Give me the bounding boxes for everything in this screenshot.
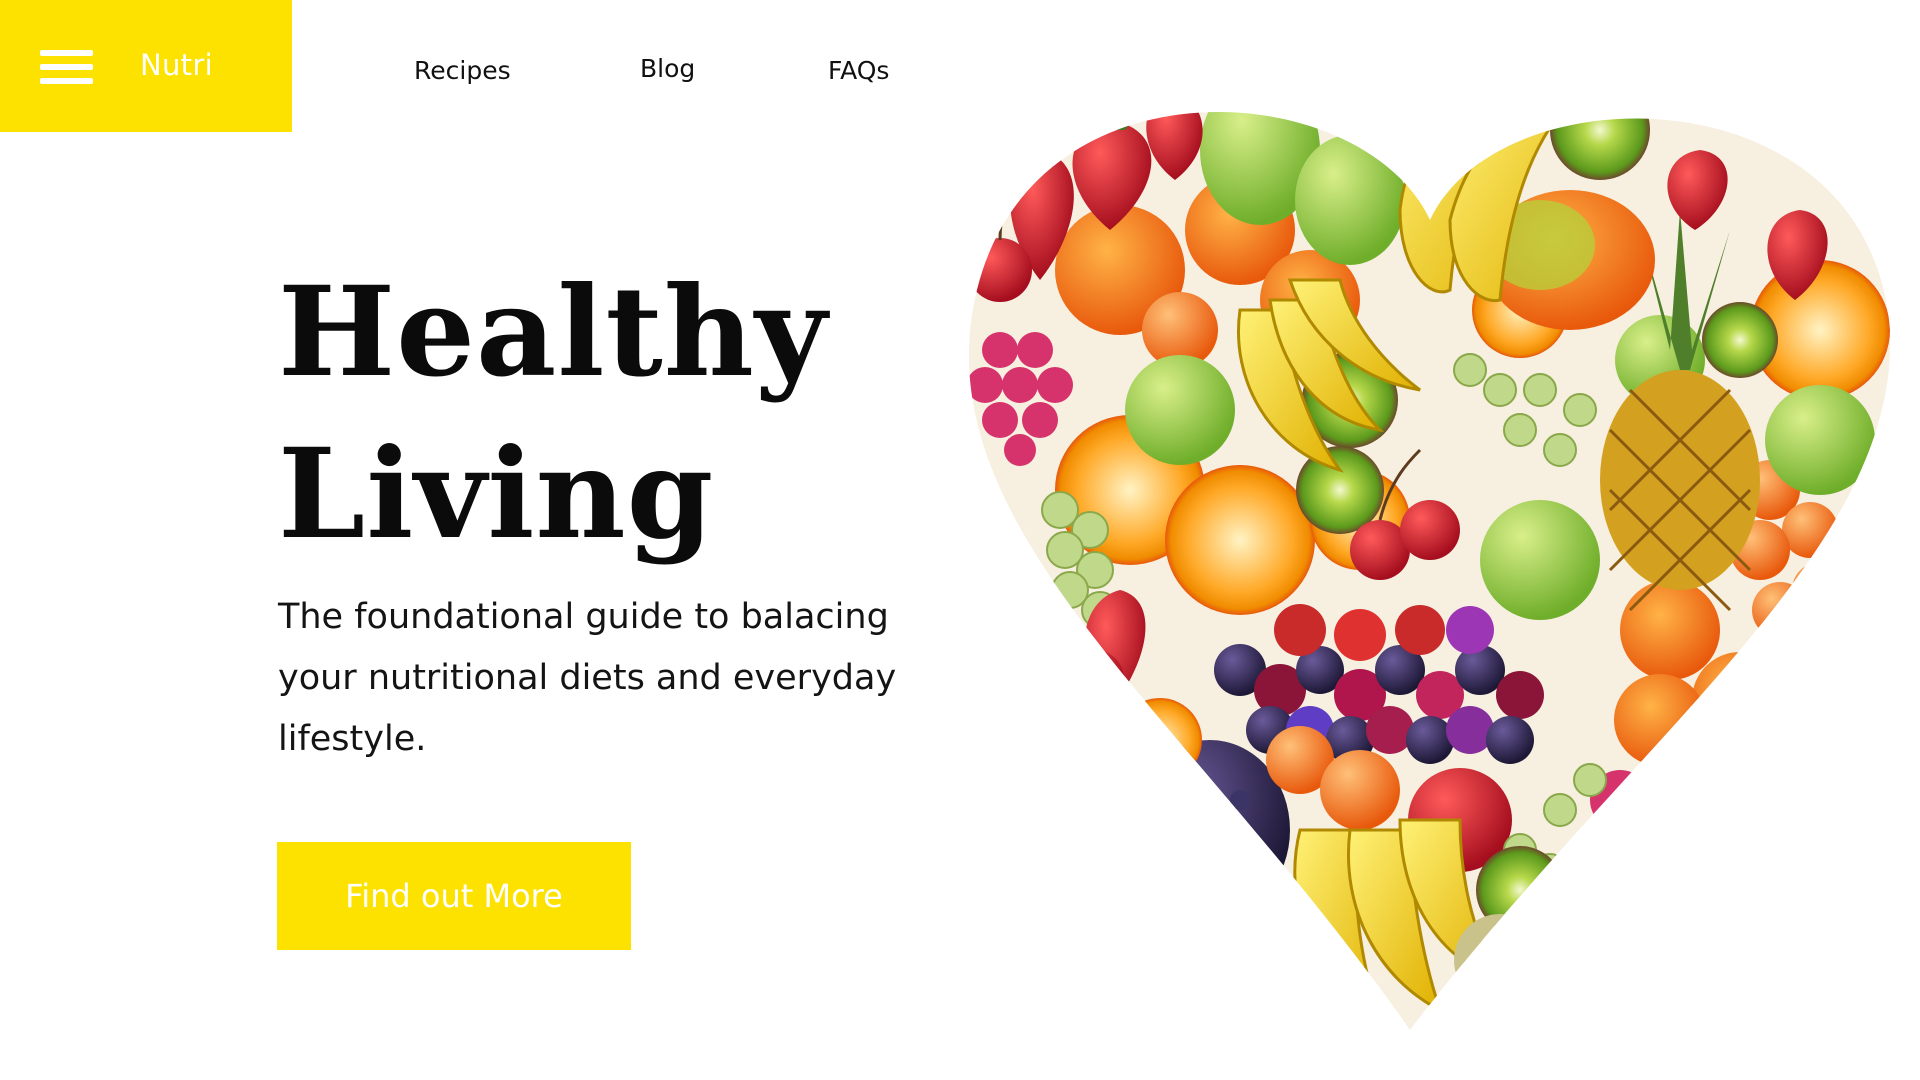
tangerine bbox=[1692, 652, 1788, 748]
green-apple bbox=[1125, 355, 1235, 465]
tangerine bbox=[1614, 674, 1706, 766]
menu-bar bbox=[40, 64, 93, 70]
hero-title-line: Healthy bbox=[278, 260, 828, 405]
find-out-more-button[interactable]: Find out More bbox=[277, 842, 631, 950]
nav-link-blog[interactable]: Blog bbox=[640, 54, 695, 83]
fruit-heart-group bbox=[968, 111, 1891, 1030]
hero-subtitle: The foundational guide to balacing your … bbox=[278, 597, 897, 759]
orange-slice bbox=[1165, 465, 1315, 615]
menu-bar bbox=[40, 50, 93, 56]
pear bbox=[1295, 135, 1405, 265]
brand-block: Nutri bbox=[0, 0, 292, 132]
nav-link-recipes[interactable]: Recipes bbox=[414, 56, 511, 85]
lime-slice bbox=[1118, 698, 1202, 782]
kiwi-slice bbox=[1296, 446, 1384, 534]
hero-title: Healthy Living bbox=[278, 252, 838, 576]
tangerine bbox=[1620, 580, 1720, 680]
menu-bar bbox=[40, 78, 93, 84]
fruit-heart-image bbox=[968, 111, 1891, 1030]
kiwi-slice bbox=[1550, 111, 1650, 180]
green-apple bbox=[1480, 500, 1600, 620]
nav-link-faqs[interactable]: FAQs bbox=[828, 56, 889, 85]
hamburger-menu-icon[interactable] bbox=[40, 50, 93, 84]
hero-title-line: Living bbox=[278, 422, 715, 567]
landing-page: Nutri Recipes Blog FAQs Healthy Living T… bbox=[0, 0, 1920, 1080]
melon bbox=[1454, 914, 1546, 1006]
kiwi-slice bbox=[1702, 302, 1778, 378]
green-apple bbox=[1765, 385, 1875, 495]
brand-logo-link[interactable]: Nutri bbox=[140, 48, 213, 82]
blueberries bbox=[1130, 740, 1290, 920]
